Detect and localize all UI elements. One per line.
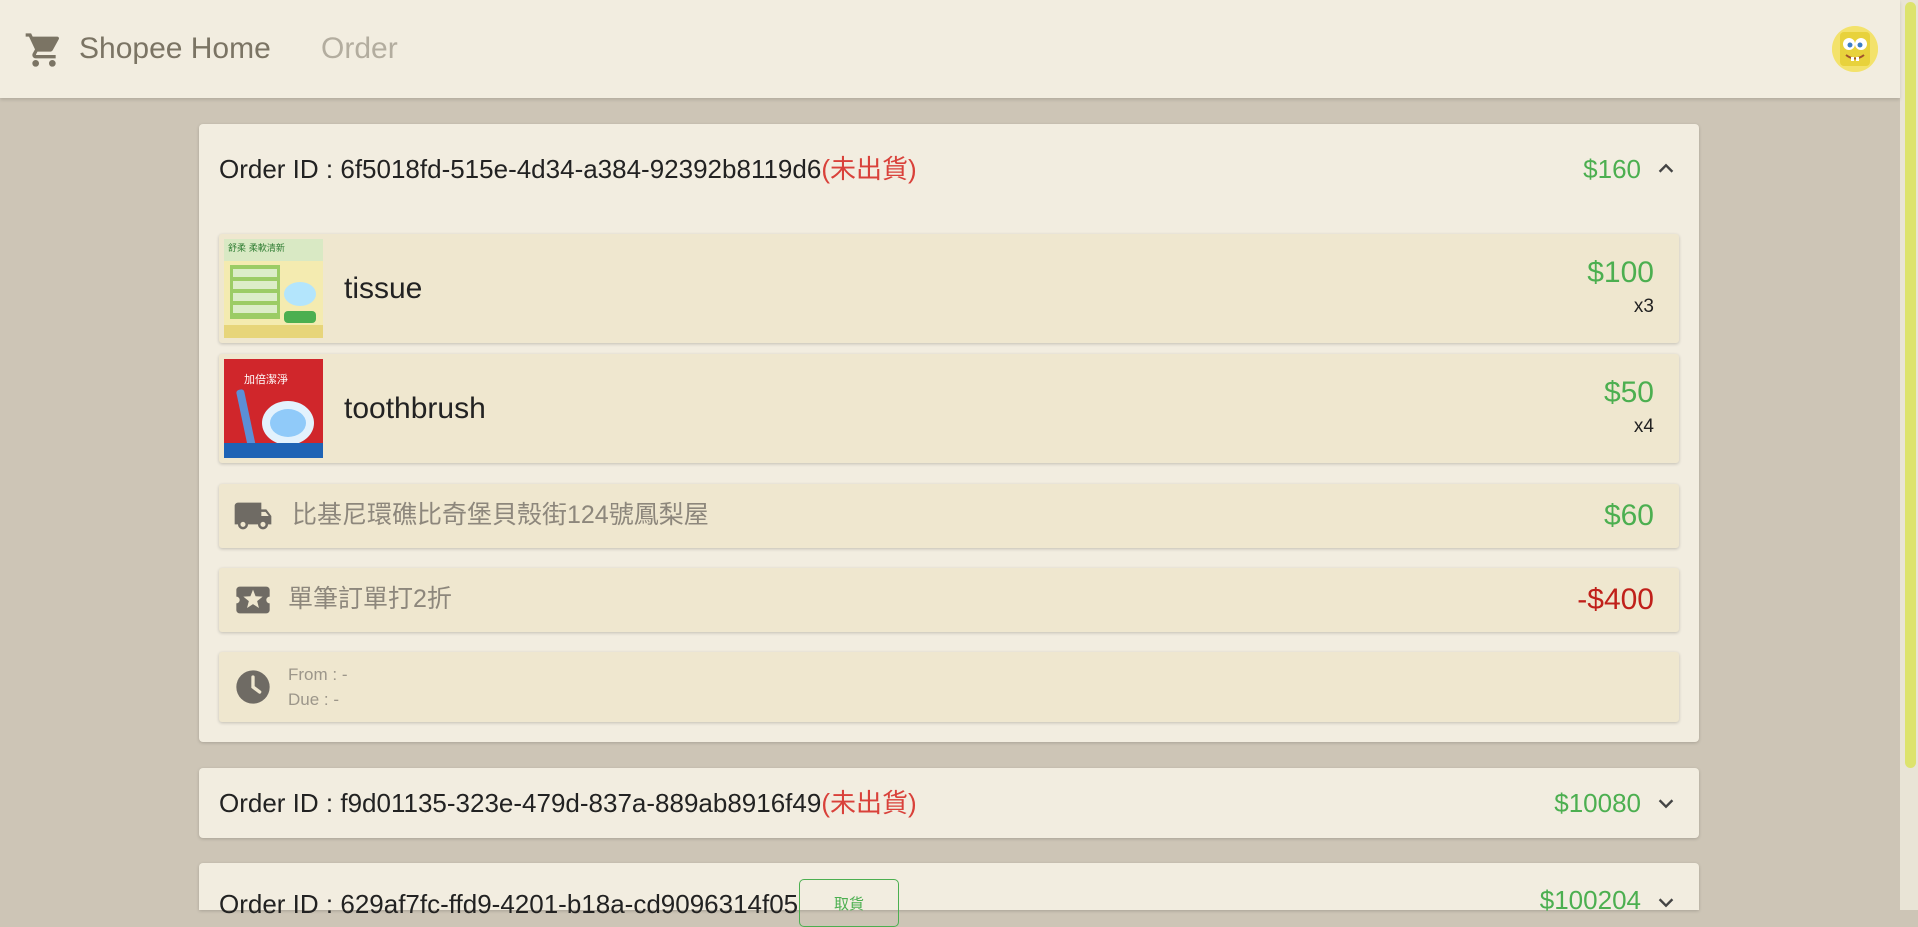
scrollbar-thumb[interactable] xyxy=(1905,2,1916,768)
pickup-button[interactable]: 取貨 xyxy=(799,879,899,927)
clock-icon xyxy=(236,670,270,704)
shipping-address: 比基尼環礁比奇堡貝殼街124號鳳梨屋 xyxy=(292,501,709,529)
svg-text:舒柔 柔軟清新: 舒柔 柔軟清新 xyxy=(228,242,285,254)
order-header[interactable]: Order ID : f9d01135-323e-479d-837a-889ab… xyxy=(219,788,917,818)
ticket-icon xyxy=(236,586,270,614)
order-header[interactable]: Order ID : 629af7fc-ffd9-4201-b18a-cd909… xyxy=(219,889,798,919)
order-card: Order ID : 629af7fc-ffd9-4201-b18a-cd909… xyxy=(199,863,1699,927)
list-item[interactable]: 加倍潔淨 toothbrush $50 x4 xyxy=(219,354,1679,463)
order-total: $10080 xyxy=(1554,788,1641,818)
order-status: (未出貨) xyxy=(821,154,917,184)
avatar[interactable] xyxy=(1832,26,1878,72)
svg-text:加倍潔淨: 加倍潔淨 xyxy=(244,372,288,386)
order-header[interactable]: Order ID : 6f5018fd-515e-4d34-a384-92392… xyxy=(219,154,917,184)
order-id-label: Order ID : xyxy=(219,889,341,919)
item-name: toothbrush xyxy=(344,392,486,425)
order-card: Order ID : 6f5018fd-515e-4d34-a384-92392… xyxy=(199,124,1699,742)
order-status: (未出貨) xyxy=(821,788,917,818)
order-id-label: Order ID : xyxy=(219,154,341,184)
item-quantity: x3 xyxy=(1633,296,1654,317)
nav-order-link[interactable]: Order xyxy=(321,30,398,68)
chevron-down-icon[interactable] xyxy=(1655,792,1677,814)
shipping-fee: $60 xyxy=(1603,499,1654,532)
order-id: f9d01135-323e-479d-837a-889ab8916f49 xyxy=(340,788,822,818)
top-app-bar: Shopee Home Order xyxy=(0,0,1900,98)
coupon-text: 單筆訂單打2折 xyxy=(288,585,452,613)
cart-icon[interactable] xyxy=(24,30,64,70)
shipping-row: 比基尼環礁比奇堡貝殼街124號鳳梨屋 $60 xyxy=(219,484,1679,548)
order-id: 6f5018fd-515e-4d34-a384-92392b8119d6 xyxy=(340,154,822,184)
list-item[interactable]: 舒柔 柔軟清新 tissue $100 x3 xyxy=(219,234,1679,343)
item-name: tissue xyxy=(344,272,423,305)
period-from: From : - xyxy=(288,665,348,684)
tissue-product-image: 舒柔 柔軟清新 xyxy=(224,239,323,338)
brand-home-link[interactable]: Shopee Home xyxy=(79,30,271,68)
order-card: Order ID : f9d01135-323e-479d-837a-889ab… xyxy=(199,768,1699,838)
item-price: $50 xyxy=(1603,376,1654,409)
period-due: Due : - xyxy=(288,690,340,709)
order-id: 629af7fc-ffd9-4201-b18a-cd9096314f05 xyxy=(340,889,799,919)
truck-icon xyxy=(234,502,272,530)
avatar-image xyxy=(1832,26,1878,72)
chevron-up-icon[interactable] xyxy=(1655,158,1677,180)
period-row: From : - Due : - xyxy=(219,652,1679,722)
item-quantity: x4 xyxy=(1633,416,1654,437)
toothbrush-product-image: 加倍潔淨 xyxy=(224,359,323,458)
order-total: $100204 xyxy=(1539,885,1641,915)
order-id-label: Order ID : xyxy=(219,788,341,818)
item-price: $100 xyxy=(1587,256,1654,289)
order-total: $160 xyxy=(1583,154,1641,184)
coupon-discount: -$400 xyxy=(1577,583,1654,616)
coupon-row: 單筆訂單打2折 -$400 xyxy=(219,568,1679,632)
